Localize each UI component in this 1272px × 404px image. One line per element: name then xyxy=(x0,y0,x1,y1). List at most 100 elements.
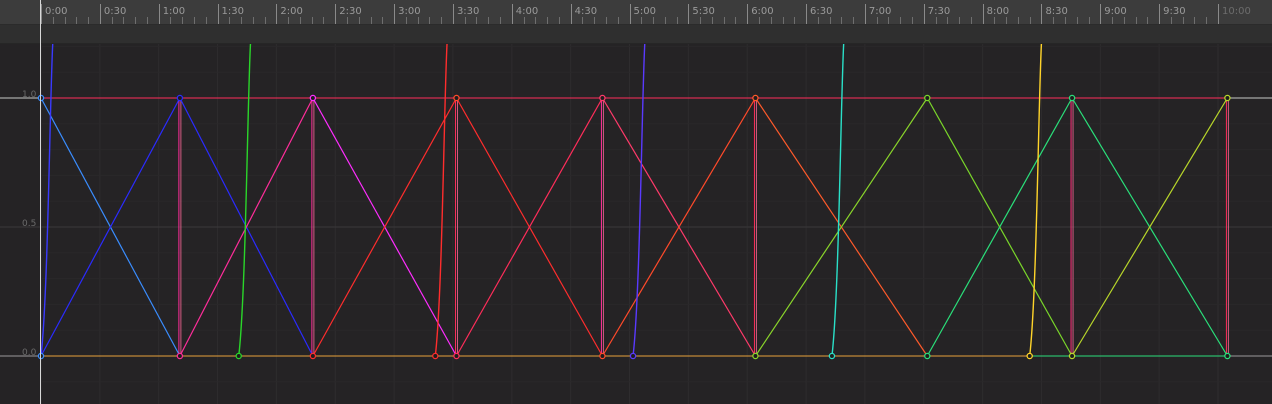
ruler-major-tick xyxy=(865,4,866,24)
ruler-major-tick xyxy=(276,4,277,24)
ruler-label: 8:00 xyxy=(986,6,1010,17)
ruler-minor-tick xyxy=(947,17,948,24)
ruler-minor-tick xyxy=(418,17,419,24)
ruler-minor-tick xyxy=(700,17,701,24)
ruler-minor-tick xyxy=(147,17,148,24)
ruler-minor-tick xyxy=(441,17,442,24)
ruler-spacer xyxy=(0,24,1272,44)
ruler-minor-tick xyxy=(735,17,736,24)
ruler-minor-tick xyxy=(371,17,372,24)
ruler-minor-tick xyxy=(1018,17,1019,24)
ruler-minor-tick xyxy=(559,17,560,24)
ruler-major-tick xyxy=(688,4,689,24)
ruler-minor-tick xyxy=(359,17,360,24)
ruler-minor-tick xyxy=(877,17,878,24)
ruler-label: 4:30 xyxy=(574,6,598,17)
ruler-minor-tick xyxy=(724,17,725,24)
keyframe-point xyxy=(309,94,317,102)
ease-curve xyxy=(238,42,252,357)
ruler-label: 6:30 xyxy=(810,6,833,17)
ruler-label: 3:00 xyxy=(398,6,421,17)
ruler-major-tick xyxy=(512,4,513,24)
ruler-minor-tick xyxy=(841,17,842,24)
keyframe-point xyxy=(752,94,759,102)
ease-curve xyxy=(40,42,54,357)
ruler-minor-tick xyxy=(1183,17,1184,24)
keyframe-point xyxy=(1224,352,1231,360)
ruler-major-tick xyxy=(630,4,631,24)
ruler-major-tick xyxy=(100,4,101,24)
ruler-minor-tick xyxy=(1112,17,1113,24)
ruler-minor-tick xyxy=(582,17,583,24)
ruler-minor-tick xyxy=(382,17,383,24)
ruler-minor-tick xyxy=(853,17,854,24)
ruler-label: 3:30 xyxy=(456,6,480,17)
keyframe-point xyxy=(432,352,439,360)
ruler-minor-tick xyxy=(76,17,77,24)
ruler-minor-tick xyxy=(594,17,595,24)
curve-graph[interactable] xyxy=(0,0,1272,404)
ruler-label: 4:00 xyxy=(515,6,539,17)
ruler-label: 1:00 xyxy=(162,6,186,17)
keyframe-point xyxy=(1068,352,1076,360)
keyframe-point xyxy=(1068,94,1076,102)
ruler-minor-tick xyxy=(618,17,619,24)
ruler-minor-tick xyxy=(535,17,536,24)
ruler-minor-tick xyxy=(994,17,995,24)
ruler-minor-tick xyxy=(912,17,913,24)
value-label-0-5: 0.5 xyxy=(22,219,37,229)
ruler-minor-tick xyxy=(406,17,407,24)
ruler-major-tick xyxy=(924,4,925,24)
ruler-minor-tick xyxy=(135,17,136,24)
ruler-label: 0:30 xyxy=(103,6,127,17)
ruler-minor-tick xyxy=(641,17,642,24)
ruler-minor-tick xyxy=(1006,17,1007,24)
ruler-label: 8:30 xyxy=(1045,6,1068,17)
keyframe-point xyxy=(828,352,836,360)
ruler-minor-tick xyxy=(1147,17,1148,24)
ruler-minor-tick xyxy=(771,17,772,24)
ease-curve xyxy=(1028,42,1043,357)
ruler-minor-tick xyxy=(759,17,760,24)
ruler-minor-tick xyxy=(241,17,242,24)
ruler-minor-tick xyxy=(88,17,89,24)
ruler-minor-tick xyxy=(1089,17,1090,24)
ruler-label: 2:30 xyxy=(339,6,362,17)
ruler-label: 9:00 xyxy=(1104,6,1127,17)
ruler-minor-tick xyxy=(830,17,831,24)
ruler-major-tick xyxy=(1041,4,1042,24)
ruler-label: 6:00 xyxy=(751,6,774,17)
ruler-minor-tick xyxy=(300,17,301,24)
ruler-minor-tick xyxy=(488,17,489,24)
keyframe-point xyxy=(176,352,184,360)
ruler-label: 10:00 xyxy=(1222,6,1251,17)
ruler-minor-tick xyxy=(65,17,66,24)
keyframe-point xyxy=(453,352,460,360)
ruler-minor-tick xyxy=(1053,17,1054,24)
ruler-label: 5:00 xyxy=(633,6,656,17)
ruler-minor-tick xyxy=(194,17,195,24)
ruler-label: 9:30 xyxy=(1163,6,1186,17)
keyframe-point xyxy=(1026,352,1033,360)
ruler-minor-tick xyxy=(170,17,171,24)
ruler-minor-tick xyxy=(653,17,654,24)
ruler-minor-tick xyxy=(500,17,501,24)
time-ruler[interactable]: 0:00 0:30 1:00 1:30 2:00 2:30 3:00 3:30 4:00 4:30… xyxy=(0,0,1272,25)
ruler-major-tick xyxy=(1159,4,1160,24)
ruler-minor-tick xyxy=(182,17,183,24)
ruler-minor-tick xyxy=(312,17,313,24)
ruler-minor-tick xyxy=(206,17,207,24)
ruler-minor-tick xyxy=(323,17,324,24)
ruler-label: 7:00 xyxy=(868,6,892,17)
value-label-0: 0.0 xyxy=(22,348,37,358)
ease-curve xyxy=(434,42,448,357)
ruler-label: 1:30 xyxy=(221,6,245,17)
ruler-minor-tick xyxy=(971,17,972,24)
ruler-label: 0:00 xyxy=(45,6,68,17)
ruler-major-tick xyxy=(41,4,42,24)
ruler-minor-tick xyxy=(794,17,795,24)
ruler-minor-tick xyxy=(665,17,666,24)
ruler-minor-tick xyxy=(1206,17,1207,24)
value-label-1: 1.0 xyxy=(22,90,37,100)
curve-editor[interactable]: 0:00 0:30 1:00 1:30 2:00 2:30 3:00 3:30 4:00 4:30… xyxy=(0,0,1272,404)
